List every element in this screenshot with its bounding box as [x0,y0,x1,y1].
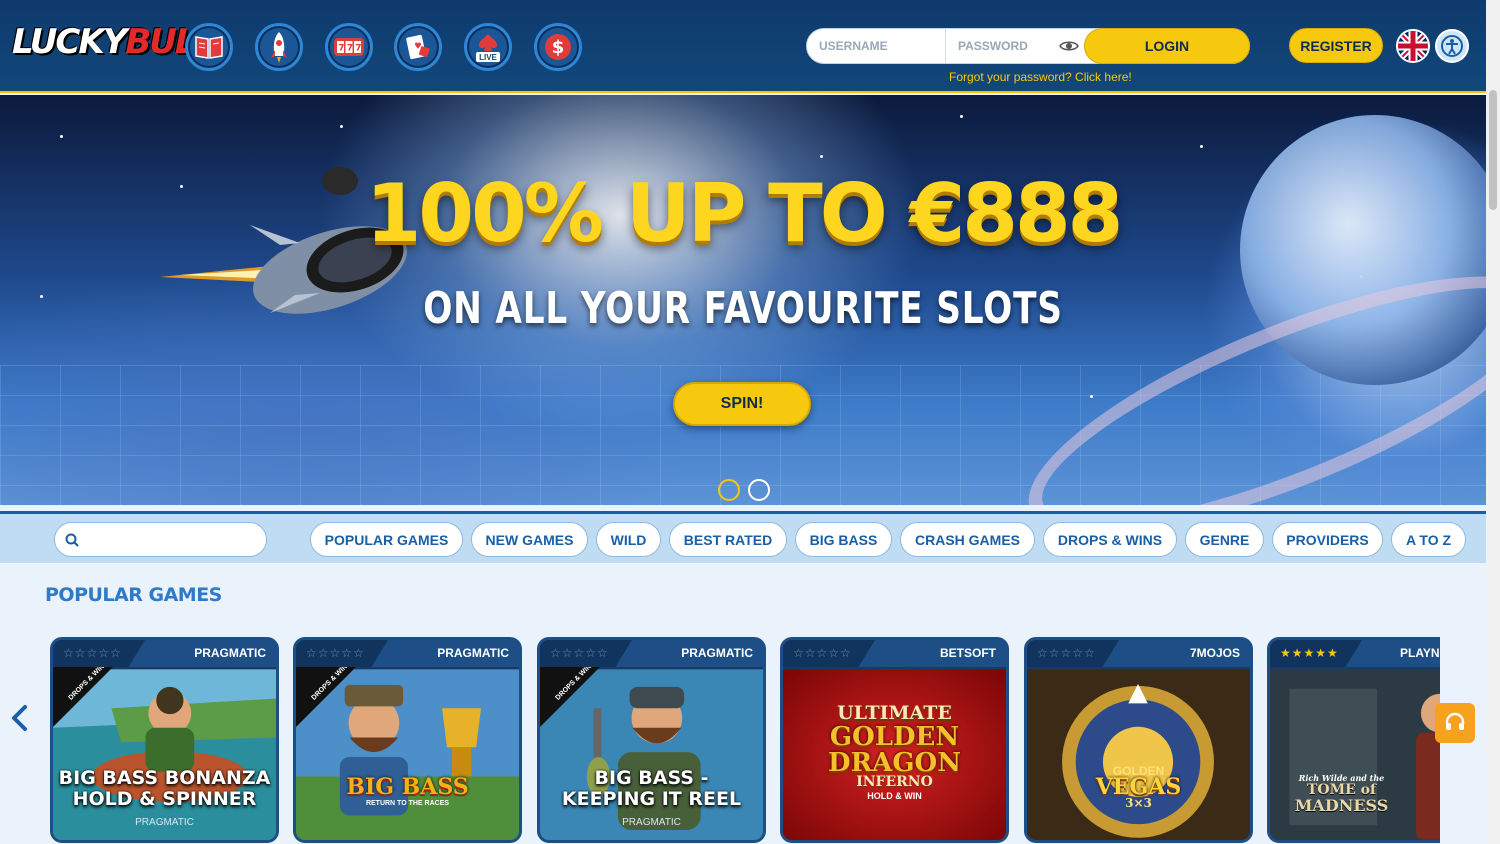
card-title: BIG BASS BONANZA HOLD & SPINNER [53,768,276,810]
card-provider: PRAGMATIC [681,646,753,660]
game-filter-bar: POPULAR GAMES NEW GAMES WILD BEST RATED … [0,511,1486,563]
logo-ultimate: ULTIMATE [837,702,952,724]
register-button[interactable]: REGISTER [1289,28,1383,63]
chip-crash-games[interactable]: CRASH GAMES [900,522,1035,557]
uk-flag-language-icon[interactable] [1396,29,1430,63]
chip-genre[interactable]: GENRE [1185,522,1264,557]
login-button[interactable]: LOGIN [1084,28,1250,64]
page-scrollbar[interactable] [1486,0,1500,844]
spin-button[interactable]: SPIN! [673,382,811,426]
drops-wins-badge-icon: DROPS & WINS [53,667,113,727]
rocket-icon[interactable] [255,23,303,71]
show-password-eye-icon[interactable] [1059,38,1079,54]
star [1090,395,1093,398]
card-provider: BETSOFT [940,646,996,660]
chip-a-to-z[interactable]: A TO Z [1391,522,1466,557]
game-thumbnail [1027,669,1250,840]
logo-inferno: INFERNO [856,774,933,790]
card-subtitle: PRAGMATIC [622,817,681,828]
star [1200,145,1203,148]
card-subtitle: PRAGMATIC [135,817,194,828]
logo-hold-win: HOLD & WIN [867,791,922,801]
carousel-prev-chevron-icon[interactable] [8,704,32,732]
game-card-big-bass-bonanza-hold-spinner[interactable]: ☆☆☆☆☆ PRAGMATIC DROPS & WINS BIG BASS BO… [50,637,279,843]
chip-drops-wins[interactable]: DROPS & WINS [1043,522,1177,557]
svg-text:$: $ [552,37,565,58]
username-input[interactable] [807,29,945,63]
card-title: BIG BASS - KEEPING IT REEL [540,768,763,810]
card-title-line1: BIG BASS BONANZA [58,767,271,789]
popular-games-section: POPULAR GAMES ☆☆☆☆☆ PRAGMATIC DROPS & WI… [0,566,1496,844]
game-card-ultimate-golden-dragon-inferno[interactable]: ☆☆☆☆☆ BETSOFT ULTIMATE GOLDEN DRAGON INF… [780,637,1009,843]
cards-icon[interactable] [394,23,442,71]
star [820,155,823,158]
svg-text:7: 7 [338,44,344,54]
game-card-big-bass-return-to-the-races[interactable]: ☆☆☆☆☆ PRAGMATIC DROPS & WINS BIG BASS RE… [293,637,522,843]
svg-text:7: 7 [355,44,361,54]
card-title-line2: KEEPING IT REEL [561,788,742,810]
drops-wins-badge-icon: DROPS & WINS [296,667,356,727]
card-provider: PRAGMATIC [194,646,266,660]
banner-headline: 100% UP TO €888 [365,167,1124,260]
chip-wild[interactable]: WILD [596,522,661,557]
star [960,115,963,118]
logo-3x3: 3×3 [1125,796,1152,810]
forgot-password-link[interactable]: Forgot your password? Click here! [949,70,1132,84]
logo-madness: MADNESS [1294,796,1389,815]
scrollbar-thumb[interactable] [1489,90,1497,210]
card-provider: 7MOJOS [1189,646,1240,660]
carousel-dot-2[interactable] [748,479,770,501]
star [40,295,43,298]
card-provider: PRAGMATIC [437,646,509,660]
star-rating: ☆☆☆☆☆ [793,646,852,660]
star [60,135,63,138]
search-input[interactable] [85,523,260,556]
big-bass-logo-subtitle: RETURN TO THE RACES [365,800,450,807]
star-rating: ★★★★★ [1280,646,1339,660]
star-rating: ☆☆☆☆☆ [63,646,122,660]
site-header: LUCKY BULL 777 LIVE $ LOGIN Forgot your … [0,0,1500,93]
lucky-bull-logo[interactable]: LUCKY BULL [12,22,216,62]
search-icon [65,533,79,547]
chip-best-rated[interactable]: BEST RATED [669,522,787,557]
card-title-line2: HOLD & SPINNER [72,788,257,810]
star-rating: ☆☆☆☆☆ [550,646,609,660]
chip-big-bass[interactable]: BIG BASS [795,522,892,557]
live-label: LIVE [479,53,497,62]
slot-machine-icon[interactable]: 777 [325,23,373,71]
star [340,125,343,128]
banner-subline: ON ALL YOUR FAVOURITE SLOTS [423,283,1063,334]
chip-popular-games[interactable]: POPULAR GAMES [310,522,463,557]
game-card-golden-vegas-3x3[interactable]: ☆☆☆☆☆ 7MOJOS GOLDEN VEGAS 3×3 [1024,637,1253,843]
dollar-icon[interactable]: $ [534,23,582,71]
password-input[interactable] [946,29,1056,63]
section-title: POPULAR GAMES [45,584,222,606]
promo-banner[interactable]: 100% UP TO €888 ON ALL YOUR FAVOURITE SL… [0,95,1486,505]
login-form: LOGIN [806,28,1250,64]
chip-new-games[interactable]: NEW GAMES [471,522,588,557]
chip-providers[interactable]: PROVIDERS [1272,522,1383,557]
book-icon[interactable] [185,23,233,71]
logo-lucky-text: LUCKY [12,22,127,62]
svg-text:7: 7 [347,44,353,54]
game-search [54,522,267,557]
live-casino-icon[interactable]: LIVE [464,23,512,71]
accessibility-icon[interactable] [1435,29,1469,63]
carousel-dot-1[interactable] [718,479,740,501]
big-bass-logo: BIG BASS [346,774,469,800]
game-card-big-bass-keeping-it-reel[interactable]: ☆☆☆☆☆ PRAGMATIC DROPS & WINS BIG BASS -K… [537,637,766,843]
card-title-line1: BIG BASS - [594,767,709,789]
star-rating: ☆☆☆☆☆ [1037,646,1096,660]
drops-wins-badge-icon: DROPS & WINS [540,667,600,727]
support-chat-headset-icon[interactable] [1435,703,1475,743]
star-rating: ☆☆☆☆☆ [306,646,365,660]
